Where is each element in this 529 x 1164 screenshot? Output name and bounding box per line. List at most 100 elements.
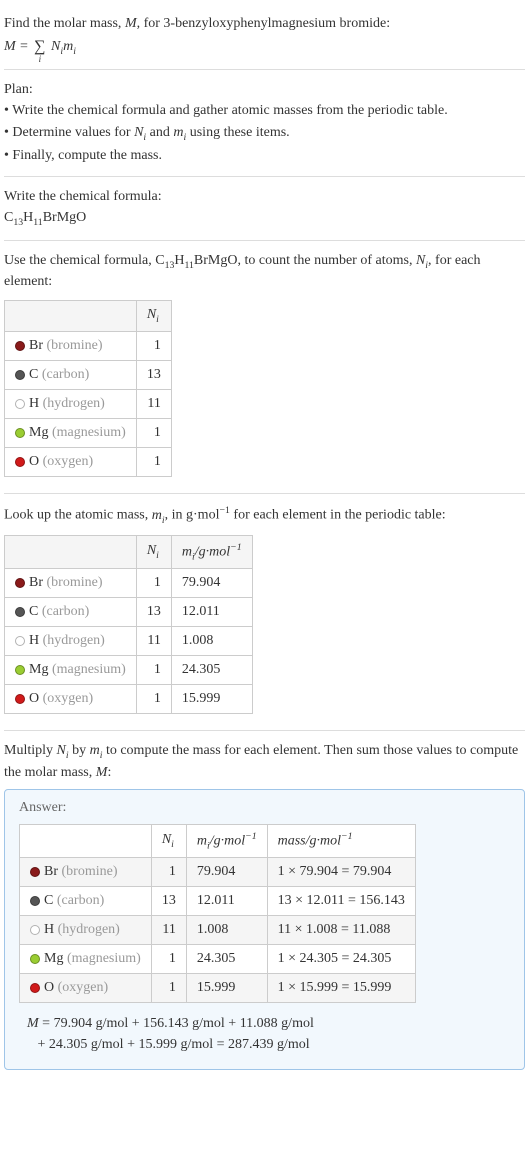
- n-value: 11: [136, 389, 171, 418]
- n-value: 13: [136, 598, 171, 627]
- header-Ni: Ni: [136, 536, 171, 569]
- element-cell: Br (bromine): [5, 569, 137, 598]
- count-atoms-table: Ni Br (bromine)1 C (carbon)13 H (hydroge…: [4, 300, 172, 477]
- element-dot-icon: [15, 665, 25, 675]
- element-cell: H (hydrogen): [5, 627, 137, 656]
- final-equation: M = 79.904 g/mol + 156.143 g/mol + 11.08…: [27, 1013, 510, 1055]
- plan-bullet-1: • Write the chemical formula and gather …: [4, 101, 525, 121]
- n-value: 11: [151, 916, 186, 945]
- n-value: 1: [151, 974, 186, 1003]
- plan-header: Plan:: [4, 80, 525, 100]
- answer-label: Answer:: [19, 800, 510, 816]
- table-row: C (carbon)13: [5, 360, 172, 389]
- table-header-row: Ni: [5, 301, 172, 332]
- plan-bullet-3: • Finally, compute the mass.: [4, 146, 525, 166]
- header-Ni: Ni: [151, 824, 186, 857]
- element-cell: Br (bromine): [20, 858, 152, 887]
- element-dot-icon: [15, 457, 25, 467]
- m-value: 1.008: [171, 627, 252, 656]
- m-value: 24.305: [186, 945, 267, 974]
- n-value: 1: [136, 418, 171, 447]
- intro-text-b: , for 3-benzyloxyphenylmagnesium bromide…: [137, 16, 391, 31]
- intro-text-a: Find the molar mass,: [4, 16, 125, 31]
- element-cell: C (carbon): [5, 360, 137, 389]
- element-cell: O (oxygen): [5, 447, 137, 476]
- eq-sign: =: [16, 39, 32, 54]
- element-dot-icon: [30, 954, 40, 964]
- element-cell: Mg (magnesium): [5, 418, 137, 447]
- answer-table: Ni mi/g·mol−1 mass/g·mol−1 Br (bromine)1…: [19, 824, 416, 1003]
- m-value: 24.305: [171, 656, 252, 685]
- answer-box: Answer: Ni mi/g·mol−1 mass/g·mol−1 Br (b…: [4, 789, 525, 1070]
- element-dot-icon: [30, 983, 40, 993]
- n-value: 1: [151, 858, 186, 887]
- element-dot-icon: [15, 607, 25, 617]
- table-row: Br (bromine)179.904: [5, 569, 253, 598]
- m-value: 12.011: [186, 887, 267, 916]
- mass-value: 1 × 24.305 = 24.305: [267, 945, 415, 974]
- table-row: O (oxygen)115.999: [5, 685, 253, 714]
- m-value: 15.999: [171, 685, 252, 714]
- atomic-mass-section: Look up the atomic mass, mi, in g·mol−1 …: [4, 494, 525, 732]
- m-value: 79.904: [186, 858, 267, 887]
- compute-text: Multiply Ni by mi to compute the mass fo…: [4, 741, 525, 782]
- element-cell: C (carbon): [5, 598, 137, 627]
- element-dot-icon: [15, 636, 25, 646]
- element-cell: Mg (magnesium): [5, 656, 137, 685]
- chemical-formula-header: Write the chemical formula:: [4, 187, 525, 207]
- header-element: [5, 301, 137, 332]
- table-row: Br (bromine)179.9041 × 79.904 = 79.904: [20, 858, 416, 887]
- element-cell: H (hydrogen): [20, 916, 152, 945]
- table-row: Mg (magnesium)1: [5, 418, 172, 447]
- m-value: 15.999: [186, 974, 267, 1003]
- n-value: 1: [151, 945, 186, 974]
- header-mi: mi/g·mol−1: [171, 536, 252, 569]
- element-cell: C (carbon): [20, 887, 152, 916]
- n-value: 1: [136, 656, 171, 685]
- n-value: 13: [151, 887, 186, 916]
- table-header-row: Ni mi/g·mol−1: [5, 536, 253, 569]
- element-dot-icon: [15, 428, 25, 438]
- compute-section: Multiply Ni by mi to compute the mass fo…: [4, 731, 525, 1078]
- n-value: 13: [136, 360, 171, 389]
- plan-bullet-2: • Determine values for Ni and mi using t…: [4, 123, 525, 145]
- header-Ni: Ni: [136, 301, 171, 332]
- element-dot-icon: [15, 399, 25, 409]
- element-cell: Br (bromine): [5, 331, 137, 360]
- atomic-mass-table: Ni mi/g·mol−1 Br (bromine)179.904 C (car…: [4, 535, 253, 714]
- n-value: 1: [136, 447, 171, 476]
- n-value: 11: [136, 627, 171, 656]
- intro-text: Find the molar mass, M, for 3-benzyloxyp…: [4, 14, 525, 34]
- count-atoms-section: Use the chemical formula, C13H11BrMgO, t…: [4, 241, 525, 494]
- element-dot-icon: [30, 925, 40, 935]
- table-row: C (carbon)1312.01113 × 12.011 = 156.143: [20, 887, 416, 916]
- m-value: 79.904: [171, 569, 252, 598]
- element-dot-icon: [15, 578, 25, 588]
- element-dot-icon: [15, 370, 25, 380]
- table-row: Mg (magnesium)124.305: [5, 656, 253, 685]
- count-atoms-text: Use the chemical formula, C13H11BrMgO, t…: [4, 251, 525, 292]
- m-value: 1.008: [186, 916, 267, 945]
- var-Ni: Ni: [51, 39, 63, 54]
- sigma-icon: ∑i: [34, 38, 45, 56]
- chemical-formula-section: Write the chemical formula: C13H11BrMgO: [4, 177, 525, 241]
- element-cell: O (oxygen): [5, 685, 137, 714]
- table-row: O (oxygen)1: [5, 447, 172, 476]
- mass-value: 13 × 12.011 = 156.143: [267, 887, 415, 916]
- atomic-mass-text: Look up the atomic mass, mi, in g·mol−1 …: [4, 504, 525, 527]
- table-row: O (oxygen)115.9991 × 15.999 = 15.999: [20, 974, 416, 1003]
- element-dot-icon: [30, 896, 40, 906]
- n-value: 1: [136, 569, 171, 598]
- table-row: H (hydrogen)111.008: [5, 627, 253, 656]
- element-dot-icon: [15, 694, 25, 704]
- n-value: 1: [136, 331, 171, 360]
- table-header-row: Ni mi/g·mol−1 mass/g·mol−1: [20, 824, 416, 857]
- table-row: H (hydrogen)11: [5, 389, 172, 418]
- table-row: Br (bromine)1: [5, 331, 172, 360]
- header-element: [20, 824, 152, 857]
- table-row: C (carbon)1312.011: [5, 598, 253, 627]
- var-M: M: [4, 39, 16, 54]
- table-row: Mg (magnesium)124.3051 × 24.305 = 24.305: [20, 945, 416, 974]
- header-element: [5, 536, 137, 569]
- mass-value: 1 × 15.999 = 15.999: [267, 974, 415, 1003]
